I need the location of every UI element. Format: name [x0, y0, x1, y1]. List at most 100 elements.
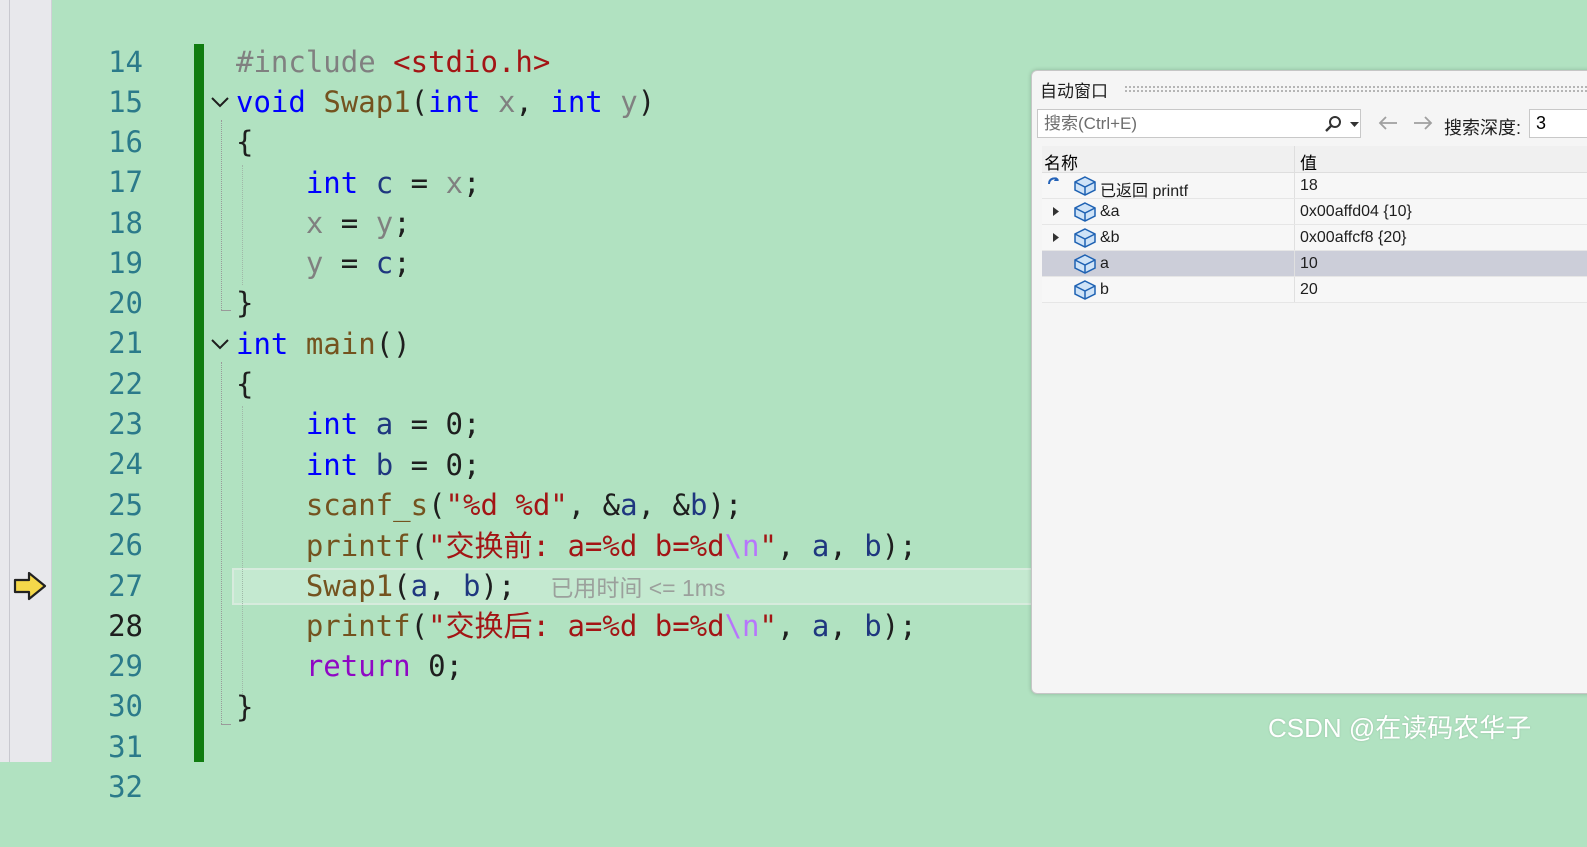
function-name[interactable]: Swap1 [323, 85, 410, 119]
search-box[interactable] [1037, 109, 1361, 138]
search-forward-arrow-icon[interactable] [1412, 115, 1434, 131]
function-call: Swap1 [305, 569, 394, 603]
grid-row[interactable]: &b 0x00affcf8 {20} [1042, 225, 1587, 251]
row-value[interactable]: 0x00affcf8 {20} [1300, 229, 1406, 247]
watermark: CSDN @在读码农华子 [1268, 713, 1532, 743]
variable: a [811, 529, 830, 563]
keyword: int [305, 407, 359, 441]
operator: = [340, 206, 359, 240]
code-line: 14 [52, 2, 1587, 79]
row-name: b [1100, 281, 1109, 298]
dropdown-arrow-icon[interactable] [1350, 122, 1359, 127]
punctuation: , [428, 569, 464, 603]
row-name: 已返回 printf [1100, 183, 1189, 200]
parameter: y [375, 206, 394, 240]
parameter: y [305, 246, 324, 280]
row-value[interactable]: 0x00affd04 {10} [1300, 203, 1412, 221]
variable: a [410, 569, 429, 603]
row-name: a [1100, 255, 1109, 272]
function-name[interactable]: main [306, 327, 376, 361]
include-path: <stdio.h> [393, 45, 551, 79]
column-divider [1294, 225, 1295, 250]
column-divider [1294, 277, 1295, 302]
column-divider [1294, 251, 1295, 276]
autos-grid[interactable]: 名称 值 已返回 printf 18 &a 0x00affd04 {10} &b… [1042, 146, 1587, 303]
collapse-chevron-icon[interactable] [209, 324, 231, 364]
paren: () [375, 327, 411, 361]
expand-arrow-icon[interactable] [1053, 207, 1059, 216]
paren: ( [410, 529, 429, 563]
assignment: = 0; [410, 407, 481, 441]
semicolon: ; [463, 166, 481, 200]
string-literal: "交换前: a=%d b=%d [428, 529, 725, 563]
column-header-value[interactable]: 值 [1300, 149, 1317, 174]
keyword: void [236, 85, 306, 119]
parameter: x [305, 206, 324, 240]
keyword: int [236, 327, 289, 361]
string-quote: " [759, 529, 777, 563]
breakpoint-margin[interactable] [0, 0, 52, 762]
column-header-name[interactable]: 名称 [1044, 149, 1078, 174]
variable-icon [1074, 202, 1096, 222]
search-depth-field[interactable]: 3 [1529, 109, 1587, 138]
grid-row[interactable]: 已返回 printf 18 [1042, 173, 1587, 200]
variable: a [620, 488, 638, 522]
preprocessor-directive: #include [236, 45, 376, 79]
variable: a [811, 609, 830, 643]
punctuation: ); [881, 529, 917, 563]
grid-row[interactable]: &a 0x00affd04 {10} [1042, 199, 1587, 225]
variable-icon [1074, 254, 1096, 274]
row-value[interactable]: 18 [1300, 177, 1318, 195]
row-value[interactable]: 20 [1300, 281, 1318, 299]
punctuation: , [829, 529, 865, 563]
variable: b [864, 529, 882, 563]
grid-row[interactable]: b 20 [1042, 277, 1587, 303]
expand-arrow-icon[interactable] [1053, 233, 1059, 242]
variable-icon [1074, 228, 1096, 248]
variable: b [463, 569, 481, 603]
brace: } [236, 286, 254, 320]
collapse-chevron-icon[interactable] [209, 82, 231, 122]
row-value[interactable]: 10 [1300, 255, 1318, 273]
paren: ) [637, 85, 656, 119]
escape-sequence: \n [724, 609, 760, 643]
punctuation: , [776, 609, 812, 643]
return-value: 0; [410, 649, 463, 683]
autos-window[interactable]: 自动窗口 搜索深度: 3 名称 值 已返回 printf 18 &a [1031, 70, 1587, 694]
grid-row-selected[interactable]: a 10 [1042, 251, 1587, 277]
row-name: &a [1100, 203, 1120, 220]
search-input[interactable] [1038, 110, 1318, 137]
returned-value-icon [1048, 177, 1059, 185]
parameter: x [497, 85, 516, 119]
function-call: scanf_s [305, 488, 429, 522]
parameter: x [445, 166, 464, 200]
punctuation: , & [567, 488, 621, 522]
row-name: &b [1100, 229, 1120, 246]
string-quote: " [759, 609, 777, 643]
punctuation: ); [480, 569, 516, 603]
semicolon: ; [393, 246, 411, 280]
variable: b [690, 488, 708, 522]
function-call: printf [305, 529, 411, 563]
paren: ( [393, 569, 411, 603]
keyword: int [305, 448, 359, 482]
variable-icon [1074, 176, 1096, 196]
punctuation: , [829, 609, 865, 643]
perf-tip[interactable]: 已用时间 <= 1ms [550, 575, 725, 601]
search-icon[interactable] [1324, 115, 1342, 133]
variable: c [375, 246, 394, 280]
current-statement-arrow-icon [13, 571, 47, 601]
keyword: int [428, 85, 481, 119]
punctuation: ); [707, 488, 743, 522]
variable-icon [1074, 280, 1096, 300]
punctuation: ); [881, 609, 917, 643]
comma: , [515, 85, 533, 119]
window-drag-grip[interactable] [1124, 85, 1587, 93]
variable: b [864, 609, 882, 643]
column-divider [1294, 173, 1295, 198]
column-divider[interactable] [1294, 146, 1295, 172]
string-literal: "交换后: a=%d b=%d [428, 609, 725, 643]
punctuation: , & [637, 488, 690, 522]
column-divider [1294, 199, 1295, 224]
search-back-arrow-icon[interactable] [1377, 115, 1399, 131]
